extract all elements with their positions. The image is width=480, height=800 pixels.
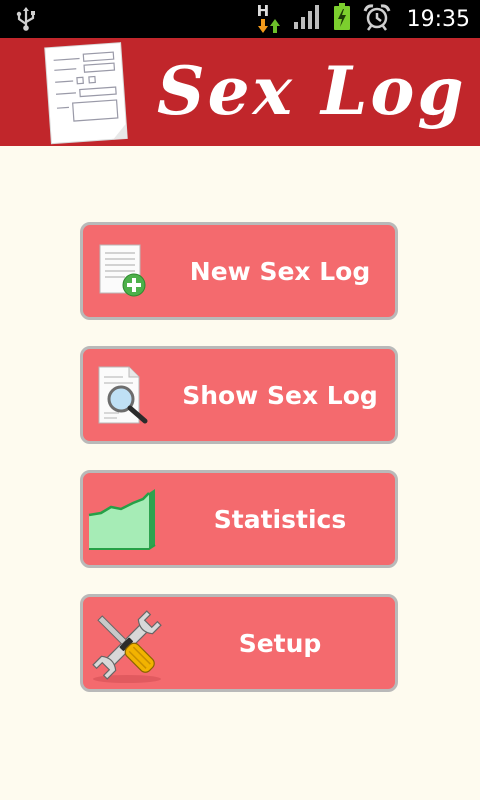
new-sex-log-label: New Sex Log: [189, 256, 371, 286]
status-bar: H 19:35: [0, 0, 480, 38]
usb-icon: [14, 6, 38, 36]
show-sex-log-button[interactable]: Show Sex Log: [80, 346, 398, 444]
new-document-icon: [97, 225, 149, 303]
chart-icon: [87, 473, 157, 561]
status-time: 19:35: [406, 6, 470, 32]
form-document-icon: [38, 40, 138, 150]
alarm-icon: [363, 3, 391, 35]
app-header: Sex Log: [0, 38, 480, 146]
setup-label: Setup: [238, 628, 322, 658]
data-activity-icon: H: [257, 2, 281, 34]
battery-charging-icon: [333, 3, 351, 35]
app-title: Sex Log: [157, 52, 467, 130]
setup-button[interactable]: Setup: [80, 594, 398, 692]
statistics-button[interactable]: Statistics: [80, 470, 398, 568]
show-sex-log-label: Show Sex Log: [182, 380, 378, 410]
tools-icon: [87, 597, 165, 687]
signal-icon: [293, 4, 321, 34]
statistics-label: Statistics: [213, 504, 347, 534]
new-sex-log-button[interactable]: New Sex Log: [80, 222, 398, 320]
document-search-icon: [95, 349, 153, 431]
